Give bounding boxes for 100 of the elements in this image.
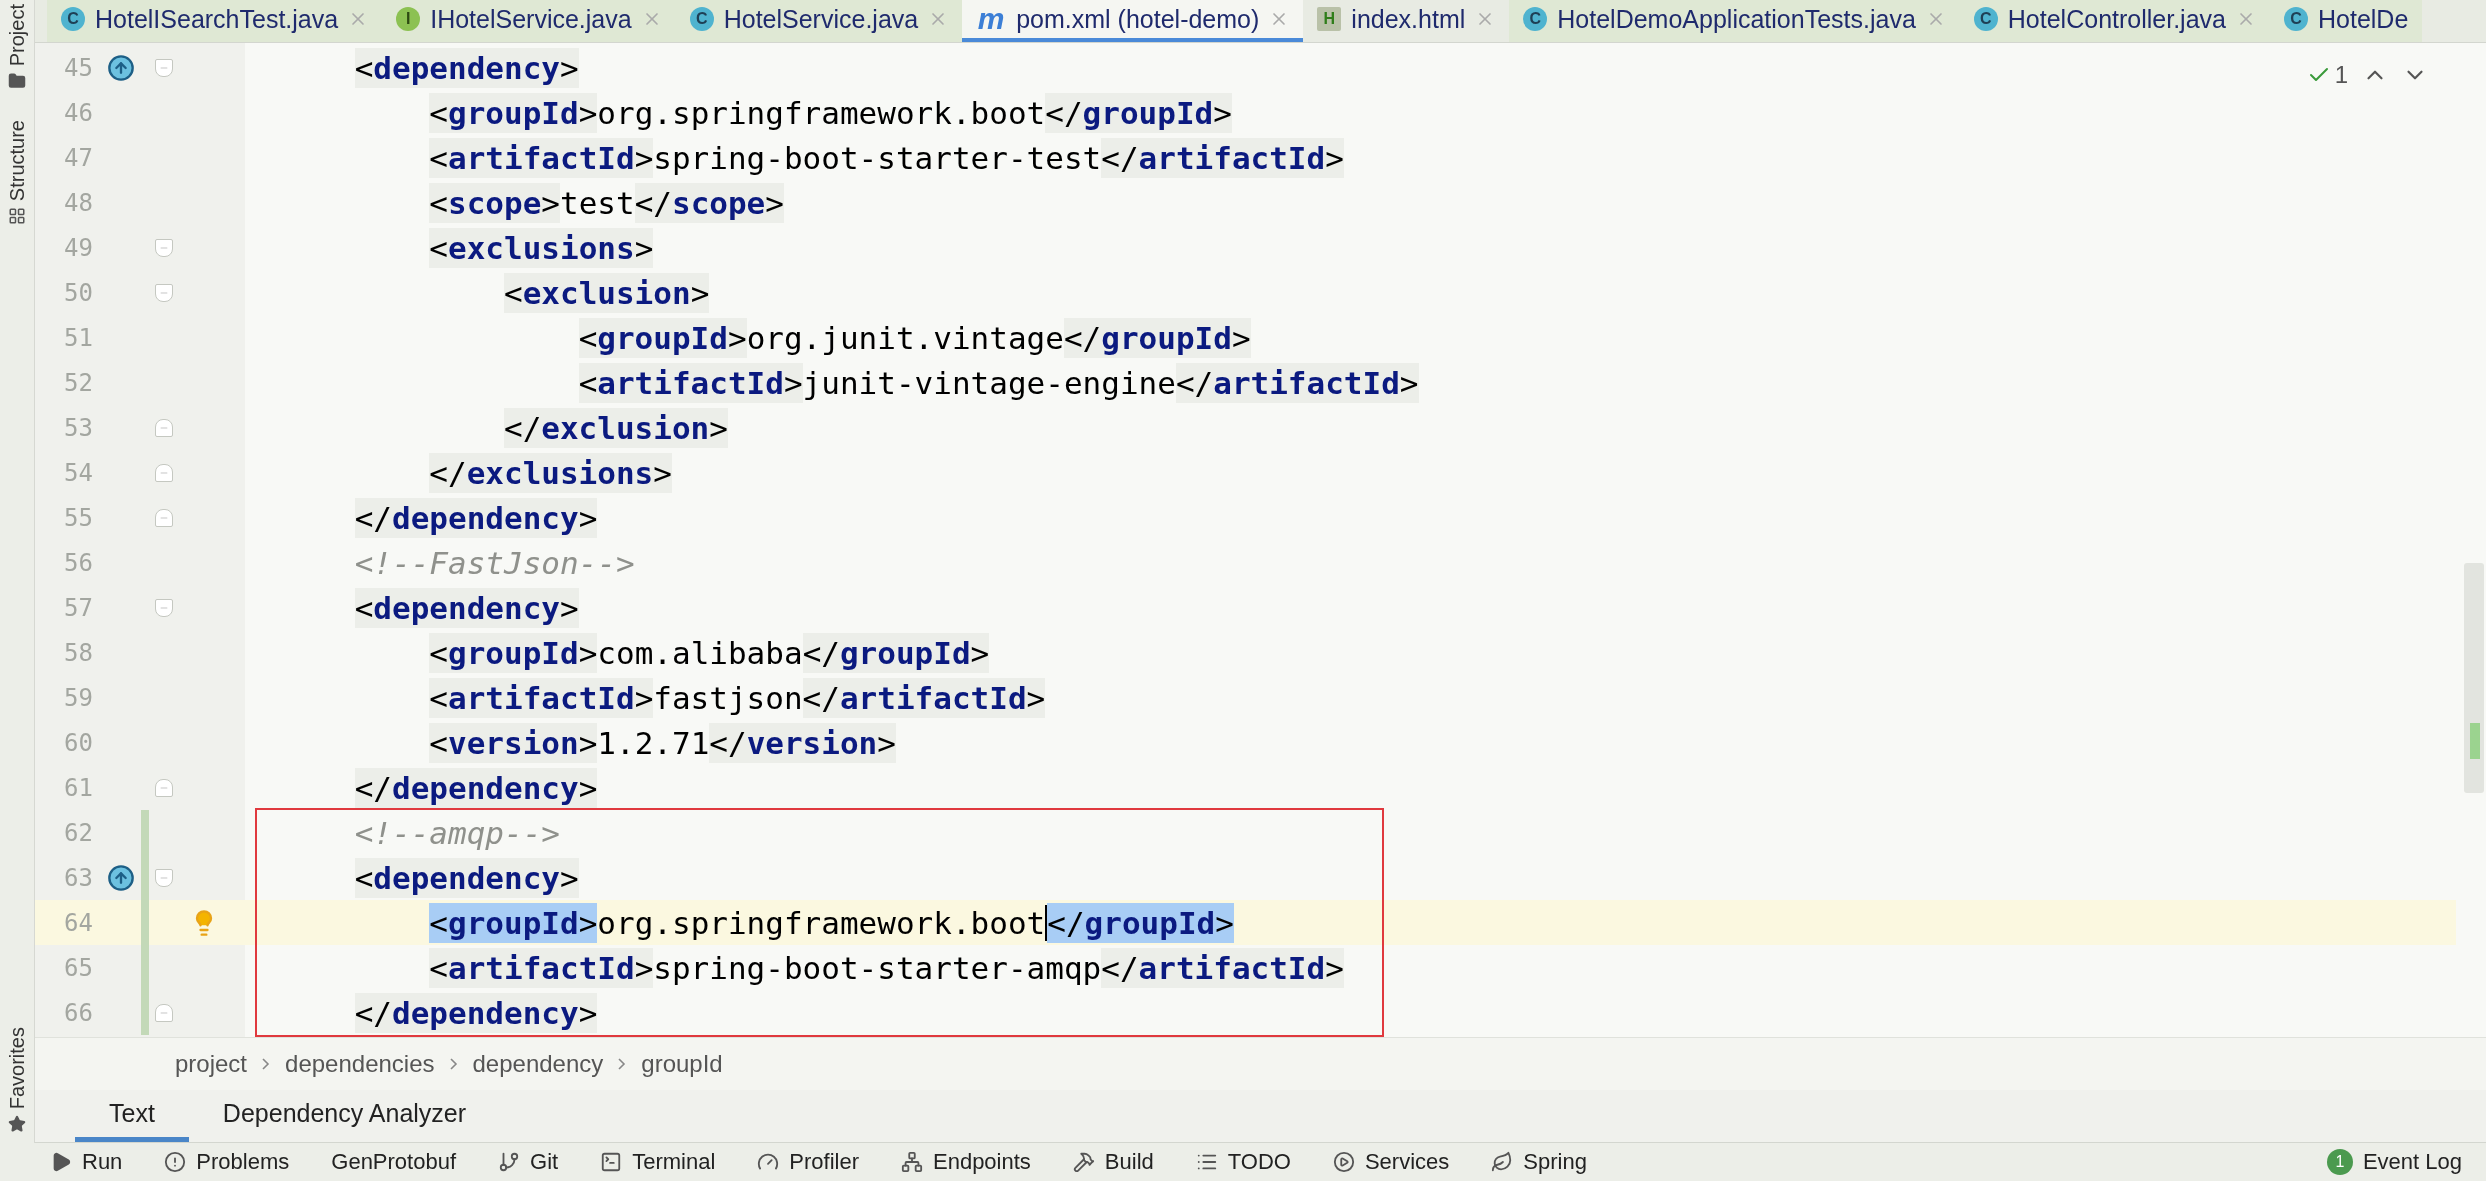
- line-number: 48: [63, 188, 94, 217]
- tool-window-button[interactable]: TODO: [1195, 1149, 1291, 1175]
- file-tab[interactable]: C HotelService.java: [675, 0, 963, 42]
- branch-icon: [498, 1151, 521, 1173]
- code-line: <artifactId>spring-boot-starter-test</artifactId>: [428, 136, 1345, 180]
- tool-window-button[interactable]: Structure: [5, 120, 29, 226]
- line-number: 47: [63, 143, 94, 172]
- play-circle-icon: [1332, 1151, 1355, 1173]
- fold-marker-icon[interactable]: [155, 1003, 173, 1022]
- tab-label: HotelService.java: [723, 4, 919, 34]
- tool-window-button[interactable]: GenProtobuf: [331, 1149, 457, 1175]
- tool-window-button[interactable]: Git: [498, 1149, 559, 1175]
- tool-window-button[interactable]: Build: [1072, 1149, 1154, 1175]
- fold-marker-icon[interactable]: [155, 868, 173, 887]
- file-type-icon: I: [396, 7, 421, 31]
- scrollbar-thumb[interactable]: [2464, 563, 2484, 793]
- line-number: 55: [63, 503, 94, 532]
- tool-window-button[interactable]: Favorites: [5, 1026, 29, 1133]
- line-number: 65: [63, 953, 94, 982]
- fold-marker-icon[interactable]: [155, 463, 173, 482]
- line-number: 60: [63, 728, 94, 757]
- network-icon: [901, 1151, 923, 1173]
- tool-window-button[interactable]: Run: [50, 1149, 123, 1175]
- file-tab[interactable]: C HotelDe: [2270, 0, 2423, 42]
- line-number: 51: [63, 323, 94, 352]
- breadcrumb[interactable]: project: [175, 1050, 248, 1078]
- line-number: 49: [63, 233, 94, 262]
- code-line: <!--FastJson-->: [353, 543, 636, 583]
- breadcrumb[interactable]: groupId: [641, 1050, 723, 1078]
- star-icon: [8, 1115, 26, 1133]
- tab-label: HotelISearchTest.java: [95, 4, 339, 34]
- code-line: <artifactId>fastjson</artifactId>: [428, 676, 1047, 720]
- line-number: 61: [63, 773, 94, 802]
- file-tab[interactable]: C HotelISearchTest.java: [47, 0, 383, 42]
- tab-label: HotelDemoApplicationTests.java: [1557, 4, 1916, 34]
- line-number: 57: [63, 593, 94, 622]
- chevron-icon: [448, 1056, 459, 1072]
- tab-label: HotelController.java: [2007, 4, 2226, 34]
- fold-marker-icon[interactable]: [155, 598, 173, 617]
- tool-window-button[interactable]: Terminal: [600, 1149, 716, 1175]
- code-line: <artifactId>junit-vintage-engine</artifactId>: [577, 361, 1420, 405]
- tab-label: HotelDe: [2318, 4, 2409, 34]
- file-type-icon: H: [1317, 7, 1342, 31]
- chevron-icon: [261, 1056, 272, 1072]
- breadcrumb[interactable]: dependencies: [285, 1050, 435, 1078]
- fold-marker-icon[interactable]: [155, 238, 173, 257]
- file-type-icon: C: [1523, 7, 1548, 31]
- event-log-button[interactable]: 1 Event Log: [2326, 1149, 2462, 1175]
- line-number: 54: [63, 458, 94, 487]
- line-number: 50: [63, 278, 94, 307]
- terminal-icon: [600, 1151, 623, 1173]
- fold-marker-icon[interactable]: [155, 508, 173, 527]
- tool-window-button[interactable]: Endpoints: [901, 1149, 1031, 1175]
- file-tab[interactable]: I IHotelService.java: [382, 0, 676, 42]
- tool-window-button[interactable]: Problems: [164, 1149, 290, 1175]
- change-marker: [2470, 723, 2480, 759]
- tool-window-button[interactable]: Spring: [1491, 1149, 1587, 1175]
- fold-marker-icon[interactable]: [155, 283, 173, 302]
- inspection-status[interactable]: 1: [2306, 61, 2348, 89]
- code-line: <groupId>org.junit.vintage</groupId>: [577, 316, 1252, 360]
- code-line: <scope>test</scope>: [428, 181, 785, 225]
- count-badge: 1: [2326, 1149, 2353, 1175]
- warning-icon: [164, 1151, 187, 1173]
- file-type-icon: C: [61, 7, 85, 31]
- line-number: 62: [63, 818, 94, 847]
- override-marker-icon[interactable]: [107, 53, 135, 82]
- file-type-icon: C: [2284, 7, 2308, 31]
- editor-tab[interactable]: Dependency Analyzer: [188, 1090, 501, 1142]
- structure-icon: [8, 207, 26, 226]
- line-number: 58: [63, 638, 94, 667]
- override-marker-icon[interactable]: [107, 863, 135, 892]
- file-type-icon: C: [1973, 7, 1998, 31]
- chevron-icon: [617, 1056, 628, 1072]
- file-tab[interactable]: m pom.xml (hotel-demo): [962, 0, 1304, 42]
- line-number: 64: [63, 908, 94, 937]
- tool-window-button[interactable]: Project: [5, 4, 29, 91]
- tab-label: IHotelService.java: [430, 4, 632, 34]
- folder-icon: [8, 72, 26, 91]
- fold-marker-icon[interactable]: [155, 58, 173, 77]
- tab-label: pom.xml (hotel-demo): [1016, 4, 1260, 34]
- hammer-icon: [1072, 1151, 1095, 1173]
- line-number: 66: [63, 998, 94, 1027]
- fold-marker-icon[interactable]: [155, 778, 173, 797]
- code-line: <groupId>com.alibaba</groupId>: [428, 631, 991, 675]
- tool-window-button[interactable]: Profiler: [757, 1149, 859, 1175]
- code-line: <version>1.2.71</version>: [428, 721, 897, 765]
- line-number: 56: [63, 548, 94, 577]
- fold-marker-icon[interactable]: [155, 418, 173, 437]
- file-tab[interactable]: C HotelController.java: [1959, 0, 2270, 42]
- line-number: 59: [63, 683, 94, 712]
- line-number: 46: [63, 98, 94, 127]
- code-line: <artifactId>spring-boot-starter-amqp</artifactId>: [428, 946, 1345, 990]
- line-number: 53: [63, 413, 94, 442]
- tool-window-button[interactable]: Services: [1332, 1149, 1450, 1175]
- line-number: 52: [63, 368, 94, 397]
- line-number: 63: [63, 863, 94, 892]
- code-line: <!--amqp-->: [353, 813, 561, 853]
- breadcrumb[interactable]: dependency: [472, 1050, 604, 1078]
- code-line: <groupId>org.springframework.boot</groupId>: [428, 91, 1233, 135]
- file-tab[interactable]: C HotelDemoApplicationTests.java: [1509, 0, 1960, 42]
